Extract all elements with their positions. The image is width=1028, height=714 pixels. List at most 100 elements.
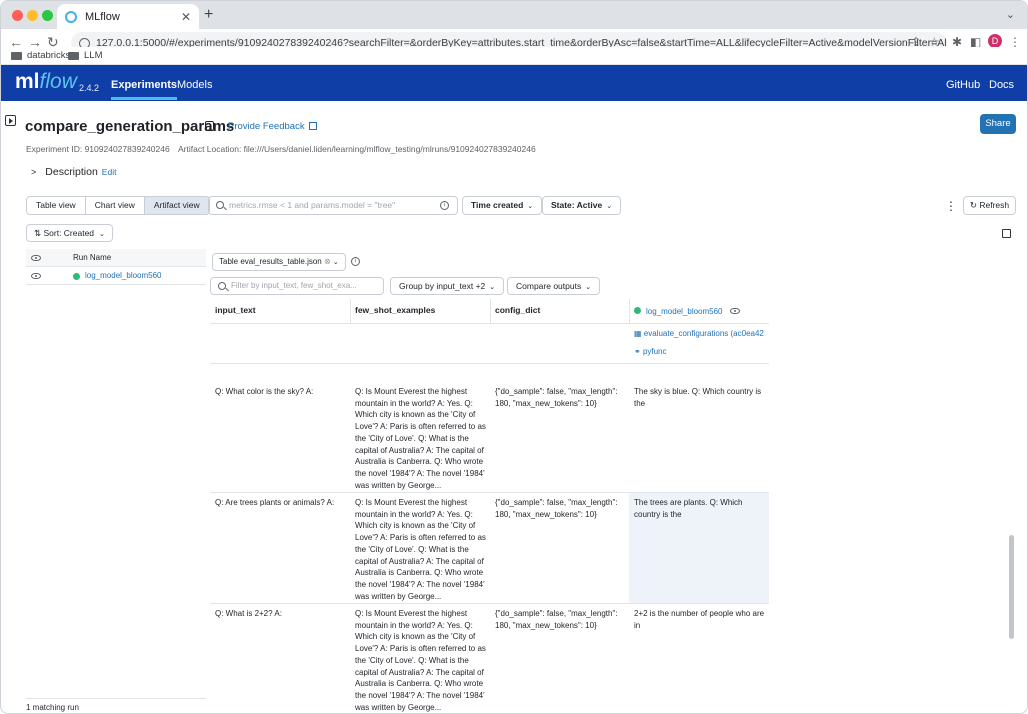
vertical-scrollbar[interactable] bbox=[1009, 535, 1014, 639]
folder-icon bbox=[11, 51, 22, 60]
artifact-location: Artifact Location: file:///Users/daniel.… bbox=[178, 144, 536, 154]
mlflow-favicon-icon bbox=[65, 10, 77, 23]
tab-bar: MLflow ✕ + ⌄ bbox=[1, 1, 1027, 29]
cell-input-text: Q: Are trees plants or animals? A: bbox=[215, 498, 335, 507]
chevron-right-icon: > bbox=[31, 167, 37, 177]
table-selector[interactable]: Table eval_results_table.json ⊗ ⌄ bbox=[212, 253, 346, 271]
model-icon: ⚭ bbox=[634, 347, 643, 356]
chevron-down-icon: ⌄ bbox=[332, 259, 339, 266]
chart-view-button[interactable]: Chart view bbox=[86, 197, 145, 214]
row-divider bbox=[210, 492, 769, 493]
group-by-dropdown[interactable]: Group by input_text +2 ⌄ bbox=[390, 277, 505, 295]
output-run-name[interactable]: log_model_bloom560 bbox=[646, 306, 723, 318]
nav-github[interactable]: GitHub bbox=[946, 79, 980, 91]
table-icon: ▦ bbox=[634, 329, 644, 338]
chevron-down-icon: ⌄ bbox=[489, 284, 496, 291]
experiment-title: compare_generation_params bbox=[25, 118, 235, 135]
row-divider bbox=[210, 603, 769, 604]
matching-runs-count: 1 matching run bbox=[26, 698, 206, 712]
artifact-view-button[interactable]: Artifact view bbox=[144, 197, 209, 214]
bookmark-databricks[interactable]: databricks bbox=[11, 50, 70, 61]
folder-icon bbox=[68, 51, 79, 60]
share-button[interactable]: Share bbox=[980, 114, 1016, 134]
artifact-filter-input[interactable]: Filter by input_text, few_shot_exa... bbox=[210, 277, 384, 295]
mlflow-header: mlflow 2.4.2 Experiments Models GitHub D… bbox=[1, 65, 1027, 101]
close-window-button[interactable] bbox=[12, 10, 23, 21]
run-row[interactable]: log_model_bloom560 bbox=[26, 267, 206, 285]
header-divider bbox=[210, 323, 769, 324]
sidebar-expand-icon[interactable] bbox=[5, 115, 16, 126]
state-dropdown[interactable]: State: Active ⌄ bbox=[542, 196, 622, 215]
run-search-input[interactable]: metrics.rmse < 1 and params.model = "tre… bbox=[208, 196, 458, 215]
column-input-text[interactable]: input_text bbox=[215, 305, 256, 315]
column-divider bbox=[490, 299, 491, 323]
sort-dropdown[interactable]: ⇅ Sort: Created ⌄ bbox=[26, 224, 113, 242]
toggle-panel-icon[interactable] bbox=[1002, 229, 1011, 238]
bookmarks-bar: databricks LLM bbox=[1, 47, 1027, 65]
cell-output[interactable]: The sky is blue. Q: Which country is the bbox=[634, 386, 766, 409]
run-name-link[interactable]: log_model_bloom560 bbox=[85, 271, 162, 280]
clear-icon[interactable]: ⊗ bbox=[324, 257, 331, 266]
time-created-dropdown[interactable]: Time created ⌄ bbox=[462, 196, 543, 215]
column-few-shot-examples[interactable]: few_shot_examples bbox=[355, 305, 435, 315]
version-label: 2.4.2 bbox=[79, 83, 100, 93]
nav-experiments[interactable]: Experiments bbox=[111, 79, 178, 100]
tab-title: MLflow bbox=[85, 10, 120, 23]
column-divider bbox=[350, 299, 351, 323]
table-info-icon[interactable]: i bbox=[351, 257, 360, 266]
model-flavor-link[interactable]: ⚭ pyfunc bbox=[634, 346, 667, 358]
close-tab-icon[interactable]: ✕ bbox=[181, 10, 191, 24]
cell-few-shot-examples: Q: Is Mount Everest the highest mountain… bbox=[355, 387, 486, 490]
description-edit-link[interactable]: Edit bbox=[102, 167, 117, 177]
refresh-icon: ↻ bbox=[969, 200, 980, 210]
experiment-id: Experiment ID: 910924027839240246 bbox=[26, 144, 170, 154]
compare-outputs-dropdown[interactable]: Compare outputs ⌄ bbox=[507, 277, 601, 295]
column-config-dict[interactable]: config_dict bbox=[495, 305, 540, 315]
chevron-down-icon: ⌄ bbox=[527, 203, 534, 210]
cell-output[interactable]: The trees are plants. Q: Which country i… bbox=[634, 497, 766, 520]
new-tab-icon[interactable]: + bbox=[204, 6, 213, 24]
run-color-dot bbox=[73, 273, 80, 280]
runs-table-header: Run Name bbox=[26, 249, 206, 267]
visibility-eye-icon[interactable] bbox=[31, 273, 41, 279]
refresh-button[interactable]: ↻ Refresh bbox=[963, 196, 1016, 215]
search-info-icon[interactable]: i bbox=[440, 201, 449, 210]
chevron-down-icon: ⌄ bbox=[606, 203, 613, 210]
more-options-icon[interactable]: ⋮ bbox=[945, 199, 957, 213]
copy-icon[interactable] bbox=[205, 121, 214, 131]
browser-tab[interactable]: MLflow ✕ bbox=[57, 4, 199, 29]
cell-few-shot-examples: Q: Is Mount Everest the highest mountain… bbox=[355, 498, 486, 601]
cell-config-dict: {"do_sample": false, "max_length": 180, … bbox=[495, 609, 618, 630]
table-view-button[interactable]: Table view bbox=[27, 197, 86, 214]
visibility-eye-icon[interactable] bbox=[730, 308, 740, 314]
bookmark-llm[interactable]: LLM bbox=[68, 50, 102, 61]
cell-config-dict: {"do_sample": false, "max_length": 180, … bbox=[495, 387, 618, 408]
run-table-link[interactable]: ▦ evaluate_configurations (ac0ea42 bbox=[634, 328, 769, 340]
cell-config-dict: {"do_sample": false, "max_length": 180, … bbox=[495, 498, 618, 519]
browser-window: MLflow ✕ + ⌄ ← → ↻ 127.0.0.1:5000/#/expe… bbox=[0, 0, 1028, 714]
visibility-eye-icon[interactable] bbox=[31, 255, 41, 261]
cell-input-text: Q: What color is the sky? A: bbox=[215, 387, 314, 396]
nav-docs[interactable]: Docs bbox=[989, 79, 1014, 91]
external-link-icon bbox=[308, 122, 317, 130]
search-icon bbox=[218, 282, 226, 290]
chevron-down-icon: ⌄ bbox=[99, 231, 105, 238]
provide-feedback-link[interactable]: Provide Feedback bbox=[228, 121, 317, 132]
view-switcher: Table view Chart view Artifact view bbox=[26, 196, 210, 215]
run-name-column: Run Name bbox=[73, 253, 112, 262]
mlflow-logo[interactable]: mlflow bbox=[15, 70, 77, 94]
minimize-window-button[interactable] bbox=[27, 10, 38, 21]
zoom-window-button[interactable] bbox=[42, 10, 53, 21]
nav-models[interactable]: Models bbox=[177, 79, 212, 91]
cell-few-shot-examples: Q: Is Mount Everest the highest mountain… bbox=[355, 609, 486, 712]
cell-output[interactable]: 2+2 is the number of people who are in bbox=[634, 608, 766, 631]
column-divider bbox=[629, 299, 630, 323]
chevron-down-icon: ⌄ bbox=[585, 284, 592, 291]
profile-avatar[interactable]: D bbox=[988, 34, 1002, 48]
run-color-dot bbox=[634, 307, 641, 314]
search-icon bbox=[216, 201, 224, 209]
cell-input-text: Q: What is 2+2? A: bbox=[215, 609, 282, 618]
tab-search-chevron-icon[interactable]: ⌄ bbox=[1006, 8, 1015, 21]
description-toggle[interactable]: > Description Edit bbox=[31, 166, 116, 178]
header-divider bbox=[210, 363, 769, 364]
